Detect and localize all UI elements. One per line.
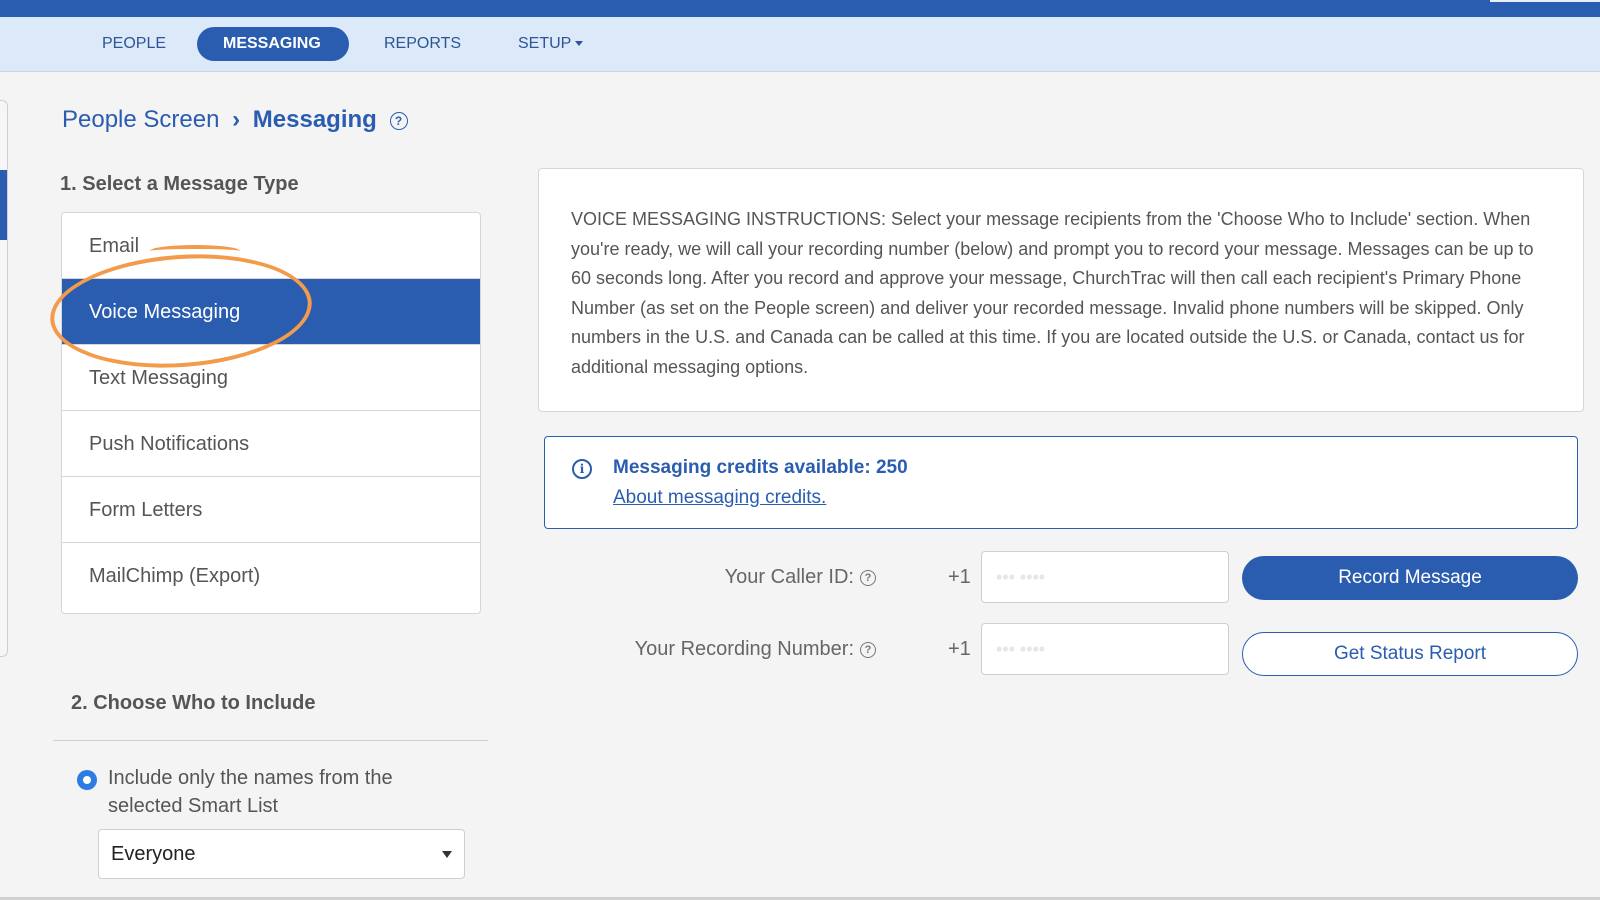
nav-reports[interactable]: REPORTS: [358, 27, 487, 61]
about-credits-link[interactable]: About messaging credits.: [613, 487, 826, 509]
step1-title: 1. Select a Message Type: [60, 173, 299, 195]
smart-list-select-value: Everyone: [111, 843, 196, 865]
step2-title: 2. Choose Who to Include: [71, 692, 316, 714]
instructions-text: VOICE MESSAGING INSTRUCTIONS: Select you…: [571, 209, 1534, 377]
help-icon[interactable]: ?: [860, 641, 876, 658]
recording-number-label: Your Recording Number:?: [635, 638, 876, 661]
help-icon[interactable]: ?: [389, 111, 408, 130]
caret-down-icon: [442, 851, 452, 858]
message-type-push[interactable]: Push Notifications: [62, 411, 480, 477]
caller-id-label-text: Your Caller ID:: [724, 566, 854, 588]
recording-number-prefix: +1: [948, 638, 971, 660]
smart-list-radio-label[interactable]: Include only the names from the selected…: [108, 764, 468, 820]
main-nav: PEOPLE MESSAGING REPORTS SETUP: [0, 17, 1600, 72]
caret-down-icon: [575, 41, 584, 47]
message-type-text[interactable]: Text Messaging: [62, 345, 480, 411]
nav-messaging[interactable]: MESSAGING: [197, 27, 349, 61]
nav-setup[interactable]: SETUP: [492, 27, 609, 61]
caller-id-prefix: +1: [948, 566, 971, 588]
top-bar: [0, 0, 1600, 17]
caller-id-input[interactable]: [981, 551, 1229, 603]
smart-list-select[interactable]: Everyone: [98, 829, 465, 879]
message-type-mailchimp[interactable]: MailChimp (Export): [62, 543, 480, 609]
breadcrumb-parent[interactable]: People Screen: [62, 106, 219, 133]
credits-panel: i Messaging credits available: 250 About…: [544, 436, 1578, 529]
caller-id-label: Your Caller ID:?: [725, 566, 876, 589]
section-divider: [53, 740, 488, 741]
credits-available: Messaging credits available: 250: [613, 457, 908, 478]
smart-list-radio[interactable]: [77, 770, 97, 790]
recording-number-input[interactable]: [981, 623, 1229, 675]
info-icon: i: [572, 459, 592, 479]
breadcrumb: People Screen › Messaging ?: [62, 106, 408, 134]
help-icon[interactable]: ?: [860, 569, 876, 586]
message-type-voice[interactable]: Voice Messaging: [62, 279, 480, 345]
message-type-email[interactable]: Email: [62, 213, 480, 279]
message-type-list: Email Voice Messaging Text Messaging Pus…: [61, 212, 481, 614]
message-type-form-letters[interactable]: Form Letters: [62, 477, 480, 543]
record-message-button[interactable]: Record Message: [1242, 556, 1578, 600]
side-panel-accent: [0, 170, 7, 240]
get-status-report-button[interactable]: Get Status Report: [1242, 632, 1578, 676]
breadcrumb-current: Messaging: [252, 106, 377, 133]
top-bar-tab: [1490, 0, 1600, 2]
instructions-panel: VOICE MESSAGING INSTRUCTIONS: Select you…: [538, 168, 1584, 412]
nav-setup-label: SETUP: [518, 35, 572, 52]
nav-people[interactable]: PEOPLE: [76, 27, 192, 61]
chevron-right-icon: ›: [232, 106, 241, 133]
recording-number-label-text: Your Recording Number:: [634, 638, 854, 660]
